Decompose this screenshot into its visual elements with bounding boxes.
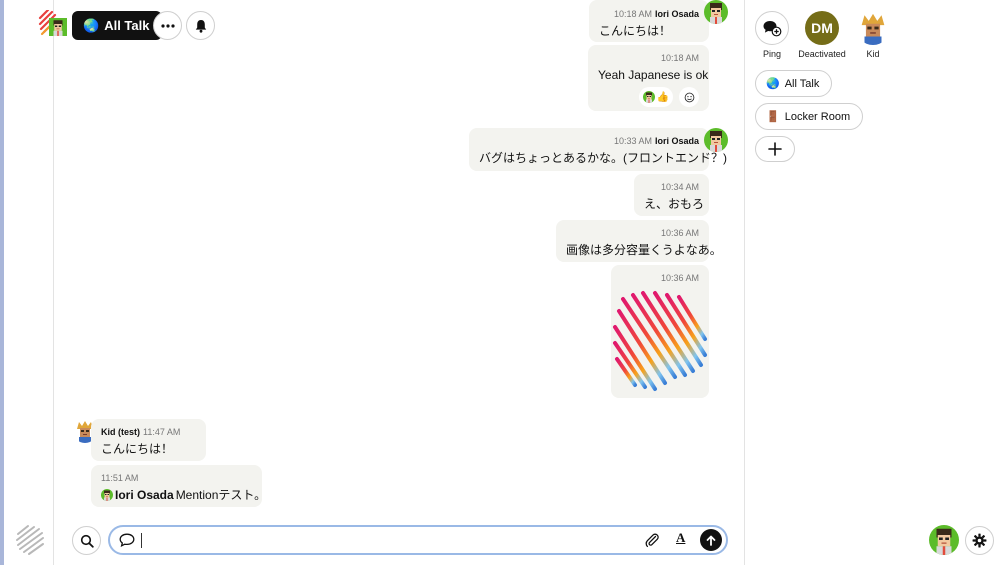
message-bubble[interactable]: 11:51 AM Iori Osada Mentionテスト。: [91, 465, 266, 507]
message-text: え、おもろ: [644, 197, 705, 211]
bell-icon: [195, 19, 206, 33]
message-meta: Kid (test) 11:47 AM: [101, 426, 196, 438]
text-caret: [141, 533, 142, 548]
thumbs-up-icon: 👍: [656, 91, 669, 103]
message-bubble[interactable]: Kid (test) 11:47 AM こんにちは！: [91, 419, 206, 461]
ping-button[interactable]: [755, 11, 789, 45]
deactivated-avatar[interactable]: DM: [805, 11, 839, 45]
smiley-add-icon: [684, 92, 694, 102]
message-text: Iori Osada Mentionテスト。: [101, 487, 266, 503]
my-avatar[interactable]: [929, 525, 959, 555]
message-text-body: Mentionテスト。: [175, 488, 267, 502]
message-text: Yeah Japanese is ok: [598, 68, 709, 82]
reactor-avatar: [642, 91, 655, 103]
deactivated-label: Deactivated: [798, 49, 846, 59]
message-time: 10:18 AM: [613, 9, 652, 19]
message-input[interactable]: [146, 531, 626, 551]
room-chip-all-talk[interactable]: 🌏 All Talk: [755, 70, 833, 97]
door-icon: 🚪: [766, 111, 780, 123]
send-button[interactable]: [700, 529, 722, 551]
message-text: こんにちは！: [101, 442, 174, 456]
kid-user[interactable]: Kid: [843, 11, 903, 59]
app-window: 🌏 All Talk 10:18 AM Iori Osada こんにちは！ 10:…: [0, 0, 1000, 565]
gradient-strokes-image[interactable]: [611, 287, 709, 397]
message-composer[interactable]: A: [108, 525, 728, 555]
current-room-label: All Talk: [104, 18, 150, 33]
message-bubble[interactable]: 10:18 AM Yeah Japanese is ok 👍: [588, 45, 709, 111]
message-time: 10:18 AM: [660, 53, 699, 63]
kid-avatar[interactable]: [856, 11, 890, 45]
message-time: 10:34 AM: [660, 182, 699, 192]
message-meta: 10:18 AM Iori Osada: [599, 8, 699, 20]
notifications-button[interactable]: [186, 11, 215, 40]
user-avatar-button[interactable]: [38, 8, 68, 40]
sidebar-divider: [744, 0, 745, 565]
add-room-button[interactable]: [755, 136, 795, 162]
room-label: All Talk: [784, 77, 820, 90]
message-time: 10:33 AM: [613, 136, 652, 146]
room-label: Locker Room: [784, 110, 851, 123]
message-bubble[interactable]: 10:36 AM 画像は多分容量くうよなあ。: [556, 220, 722, 262]
author-avatar[interactable]: [704, 128, 728, 152]
message-time: 11:47 AM: [143, 427, 181, 437]
chat-plus-icon: [763, 21, 782, 37]
attachment-icon[interactable]: [644, 532, 660, 548]
reaction-row: 👍: [598, 87, 699, 107]
message-time: 10:36 AM: [660, 228, 699, 238]
message-bubble[interactable]: 10:34 AM え、おもろ: [634, 174, 709, 216]
more-dots-icon: [160, 23, 175, 28]
arrow-up-icon: [706, 535, 716, 546]
brand-avatar-icon: [38, 8, 67, 36]
add-reaction-button[interactable]: [679, 87, 699, 107]
kid-label: Kid: [866, 49, 880, 59]
mention-chip[interactable]: Iori Osada: [115, 487, 174, 503]
message-bubble[interactable]: 10:33 AM Iori Osada バグはちょっとあるかな。(フロントエンド？…: [469, 128, 727, 171]
text-format-button[interactable]: A: [676, 530, 685, 546]
left-rail: [4, 0, 54, 565]
search-icon: [80, 534, 94, 548]
author-avatar[interactable]: [704, 0, 728, 24]
plus-icon: [768, 142, 782, 156]
message-time: 11:51 AM: [101, 473, 139, 483]
search-button[interactable]: [72, 526, 101, 555]
message-author[interactable]: Iori Osada: [655, 136, 699, 146]
message-bubble[interactable]: 10:36 AM: [611, 265, 709, 398]
message-text: バグはちょっとあるかな。(フロントエンド？): [479, 151, 727, 165]
message-time: 10:36 AM: [660, 273, 699, 283]
reaction-chip[interactable]: 👍: [638, 87, 673, 107]
gear-icon: [972, 533, 987, 548]
app-logo-icon[interactable]: [14, 524, 46, 556]
more-options-button[interactable]: [153, 11, 182, 40]
room-chip-locker-room[interactable]: 🚪 Locker Room: [755, 103, 864, 130]
current-room-pill[interactable]: 🌏 All Talk: [72, 11, 163, 40]
globe-icon: 🌏: [83, 17, 100, 33]
mention-avatar: [101, 489, 113, 501]
message-author[interactable]: Kid (test): [101, 427, 140, 437]
ping-label: Ping: [762, 49, 781, 59]
message-text: こんにちは！: [599, 24, 672, 38]
globe-icon: 🌏: [766, 78, 780, 90]
message-text: 画像は多分容量くうよなあ。: [566, 243, 722, 257]
message-meta: 10:33 AM Iori Osada: [479, 135, 699, 147]
message-author[interactable]: Iori Osada: [655, 9, 699, 19]
settings-button[interactable]: [965, 526, 994, 555]
message-bubble[interactable]: 10:18 AM Iori Osada こんにちは！: [589, 0, 709, 42]
chat-bubble-icon: [119, 533, 135, 547]
